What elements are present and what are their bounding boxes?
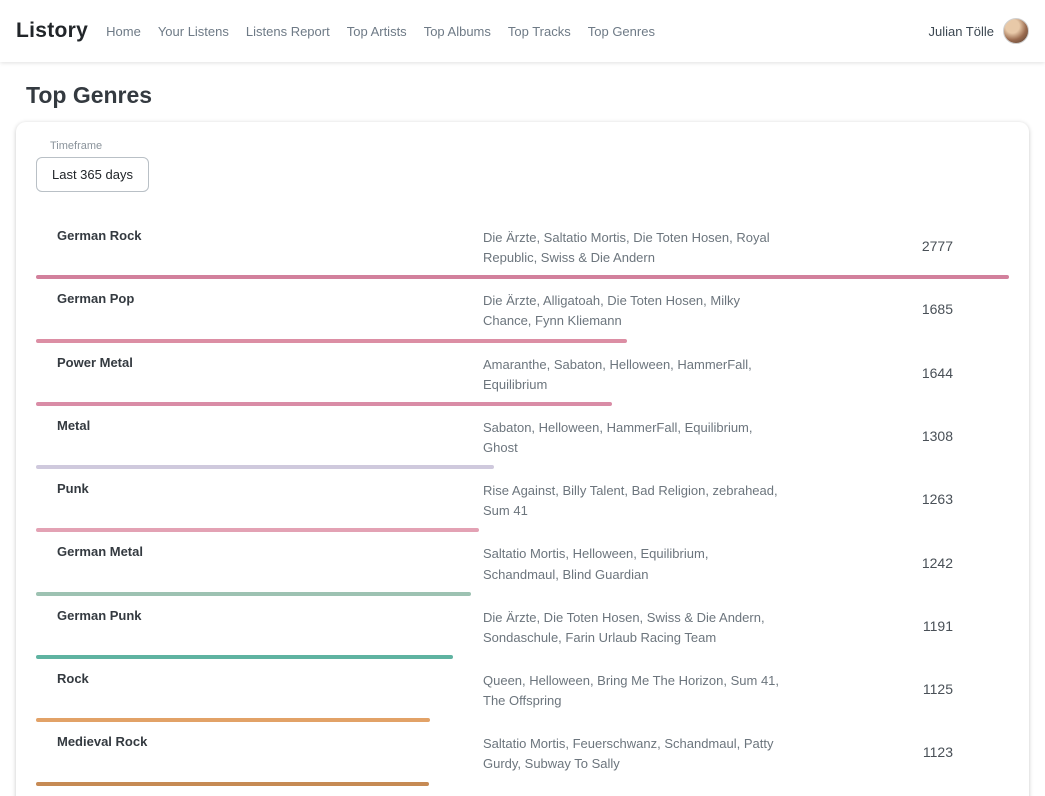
user-menu[interactable]: Julian Tölle <box>928 18 1029 44</box>
genre-row: Metal Sabaton, Helloween, HammerFall, Eq… <box>36 406 1009 469</box>
genre-artists: Sabaton, Helloween, HammerFall, Equilibr… <box>483 414 785 458</box>
timeframe-label: Timeframe <box>50 140 1009 152</box>
genre-row: German Metal Saltatio Mortis, Helloween,… <box>36 532 1009 595</box>
genre-row: Melodic Metal Unleash The Archers, Hello… <box>36 786 1009 796</box>
user-name: Julian Tölle <box>928 24 994 39</box>
genre-count: 1191 <box>877 618 1009 634</box>
nav-item-your-listens[interactable]: Your Listens <box>158 24 229 39</box>
genre-row: Rock Queen, Helloween, Bring Me The Hori… <box>36 659 1009 722</box>
genre-count: 1125 <box>877 681 1009 697</box>
nav-links: Home Your Listens Listens Report Top Artist… <box>106 24 655 39</box>
genre-artists: Amaranthe, Sabaton, Helloween, HammerFal… <box>483 351 785 395</box>
genre-artists: Rise Against, Billy Talent, Bad Religion… <box>483 477 785 521</box>
genre-name: Power Metal <box>36 351 483 395</box>
genre-count: 1242 <box>877 555 1009 571</box>
genre-row: Punk Rise Against, Billy Talent, Bad Rel… <box>36 469 1009 532</box>
genre-artists: Queen, Helloween, Bring Me The Horizon, … <box>483 667 785 711</box>
genre-row: Medieval Rock Saltatio Mortis, Feuerschw… <box>36 722 1009 785</box>
genre-count: 1263 <box>877 491 1009 507</box>
nav-item-home[interactable]: Home <box>106 24 141 39</box>
top-genres-panel: Timeframe Last 365 days German Rock Die … <box>16 122 1029 796</box>
genre-count: 2777 <box>877 238 1009 254</box>
genre-name: Rock <box>36 667 483 711</box>
nav-item-top-albums[interactable]: Top Albums <box>424 24 491 39</box>
nav-item-top-tracks[interactable]: Top Tracks <box>508 24 571 39</box>
genre-artists: Die Ärzte, Alligatoah, Die Toten Hosen, … <box>483 287 785 331</box>
genre-name: Punk <box>36 477 483 521</box>
nav-item-top-artists[interactable]: Top Artists <box>347 24 407 39</box>
genre-name: German Pop <box>36 287 483 331</box>
timeframe-select[interactable]: Last 365 days <box>36 157 149 192</box>
genre-count: 1644 <box>877 365 1009 381</box>
genre-name: Medieval Rock <box>36 730 483 774</box>
user-avatar[interactable] <box>1003 18 1029 44</box>
genre-table: German Rock Die Ärzte, Saltatio Mortis, … <box>36 216 1009 796</box>
top-nav: Listory Home Your Listens Listens Report To… <box>0 0 1045 62</box>
genre-row: Power Metal Amaranthe, Sabaton, Hellowee… <box>36 343 1009 406</box>
genre-name: German Metal <box>36 540 483 584</box>
genre-count: 1308 <box>877 428 1009 444</box>
genre-count: 1685 <box>877 301 1009 317</box>
genre-artists: Saltatio Mortis, Helloween, Equilibrium,… <box>483 540 785 584</box>
genre-row: German Punk Die Ärzte, Die Toten Hosen, … <box>36 596 1009 659</box>
genre-count: 1123 <box>877 744 1009 760</box>
genre-row: German Pop Die Ärzte, Alligatoah, Die To… <box>36 279 1009 342</box>
genre-name: German Rock <box>36 224 483 268</box>
nav-item-top-genres[interactable]: Top Genres <box>588 24 655 39</box>
nav-item-listens-report[interactable]: Listens Report <box>246 24 330 39</box>
genre-artists: Die Ärzte, Die Toten Hosen, Swiss & Die … <box>483 604 785 648</box>
genre-artists: Die Ärzte, Saltatio Mortis, Die Toten Ho… <box>483 224 785 268</box>
brand-link[interactable]: Listory <box>16 19 88 43</box>
genre-name: Metal <box>36 414 483 458</box>
page-title: Top Genres <box>26 82 1045 109</box>
genre-name: German Punk <box>36 604 483 648</box>
genre-row: German Rock Die Ärzte, Saltatio Mortis, … <box>36 216 1009 279</box>
genre-artists: Saltatio Mortis, Feuerschwanz, Schandmau… <box>483 730 785 774</box>
